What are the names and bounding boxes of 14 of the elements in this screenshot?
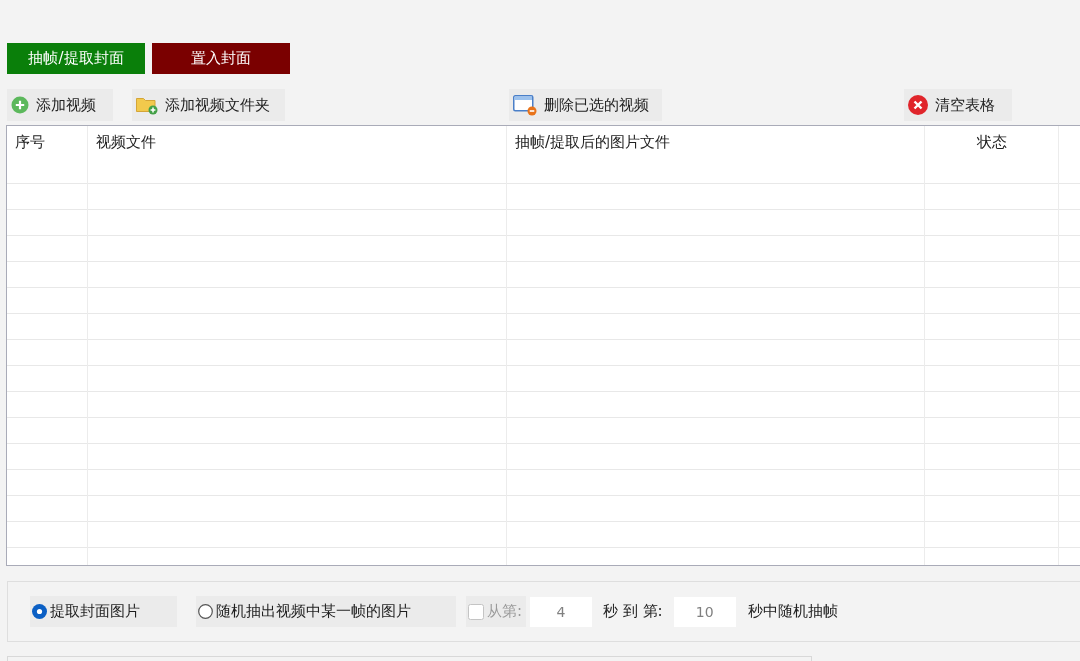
toolbar-button[interactable]: 清空表格	[904, 89, 1012, 121]
mode-button[interactable]: 置入封面	[152, 43, 290, 74]
range-suffix-label: 秒中随机抽帧	[747, 602, 838, 621]
toolbar-button[interactable]: 添加视频	[7, 89, 113, 121]
window-minus-icon	[513, 94, 537, 116]
range-label: 秒 到 第:	[603, 602, 663, 621]
plus-circle-icon	[11, 96, 29, 114]
radio-option[interactable]: 提取封面图片	[30, 596, 177, 627]
toolbar-button[interactable]: 删除已选的视频	[509, 89, 662, 121]
toolbar-button[interactable]: 添加视频文件夹	[132, 89, 285, 121]
radio-option[interactable]: 随机抽出视频中某一帧的图片	[196, 596, 456, 627]
mode-button[interactable]: 抽帧/提取封面	[7, 43, 145, 74]
x-circle-icon	[908, 95, 928, 115]
folder-plus-icon	[136, 95, 158, 115]
